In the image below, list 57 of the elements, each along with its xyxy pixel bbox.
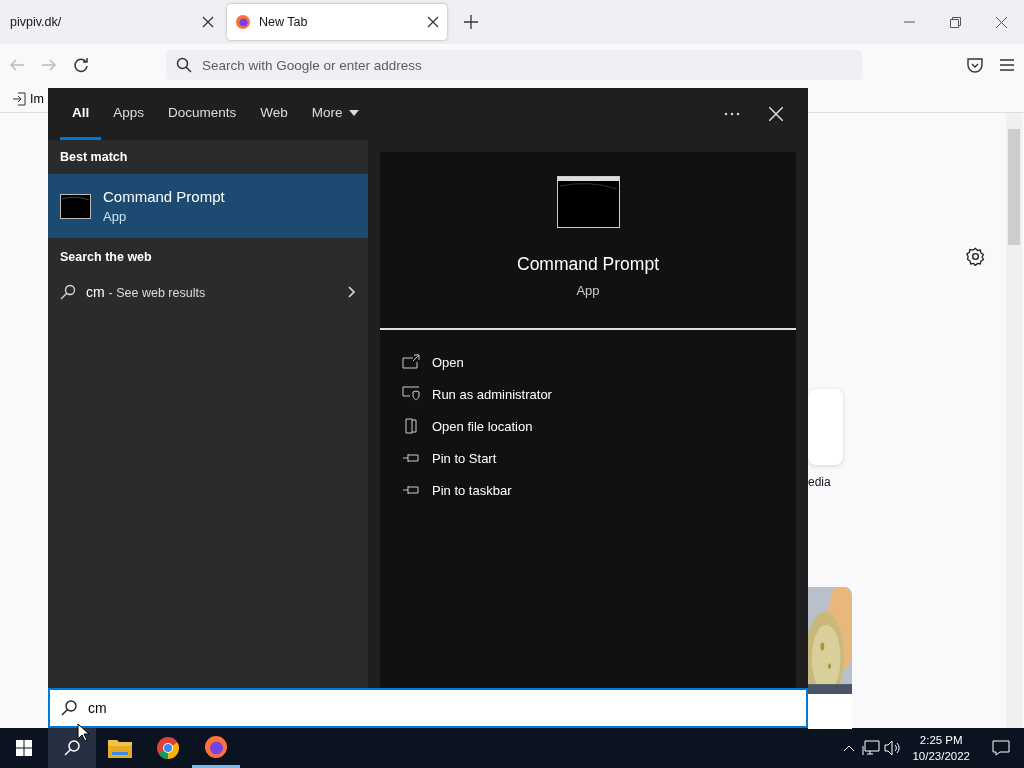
best-match-item[interactable]: Command Prompt App — [48, 174, 368, 238]
chrome-icon[interactable] — [156, 736, 180, 760]
close-icon[interactable] — [995, 16, 1007, 28]
search-field[interactable]: cm — [48, 688, 808, 728]
notification-icon[interactable] — [992, 740, 1010, 756]
time-text: 2:25 PM — [919, 733, 963, 748]
web-result-item[interactable]: cm - See web results — [48, 274, 368, 310]
terminal-icon — [556, 176, 620, 228]
action-item[interactable]: Open — [402, 346, 796, 378]
address-bar[interactable]: Search with Google or enter address — [166, 50, 862, 80]
restore-icon[interactable] — [949, 16, 961, 28]
action-item[interactable]: Run as administrator — [402, 378, 796, 410]
filter-tab[interactable]: Web — [248, 88, 300, 140]
volume-icon[interactable] — [884, 740, 903, 756]
menu-icon[interactable] — [998, 56, 1016, 74]
section-heading: Best match — [59, 149, 129, 166]
filter-tab[interactable]: More — [299, 88, 371, 140]
scrollbar[interactable] — [1006, 113, 1022, 728]
terminal-icon — [60, 193, 91, 219]
shortcut-tile[interactable] — [808, 389, 843, 465]
action-item[interactable]: Pin to taskbar — [402, 474, 796, 506]
search-icon — [176, 57, 192, 73]
firefox-icon[interactable] — [204, 734, 228, 759]
clock[interactable]: 2:25 PM 10/23/2022 — [904, 732, 978, 764]
folder-icon — [402, 418, 420, 434]
folder-icon[interactable] — [108, 738, 132, 758]
app-type: App — [576, 283, 600, 298]
close-tab-icon[interactable] — [202, 16, 214, 28]
chevron-right-icon — [348, 286, 356, 298]
settings-icon[interactable] — [966, 247, 985, 266]
browser-tab[interactable]: pivpiv.dk/ — [2, 4, 222, 40]
app-title: Command Prompt — [517, 254, 659, 275]
new-tab-icon[interactable] — [464, 15, 478, 29]
import-icon[interactable] — [12, 92, 26, 106]
open-window-icon — [402, 354, 420, 370]
bookmark-link[interactable]: Im — [30, 92, 44, 106]
shield-window-icon — [402, 386, 420, 402]
chevron-up-icon[interactable] — [843, 744, 856, 752]
filter-tab[interactable]: Apps — [101, 88, 157, 140]
reload-icon[interactable] — [72, 56, 90, 74]
windows-start-icon[interactable] — [16, 740, 32, 756]
address-placeholder: Search with Google or enter address — [202, 57, 422, 73]
pocket-icon[interactable] — [966, 56, 984, 74]
section-heading: Search the web — [59, 249, 153, 266]
date-text: 10/23/2022 — [912, 749, 970, 764]
filter-tab[interactable]: Documents — [156, 88, 249, 140]
network-icon[interactable] — [862, 740, 881, 756]
close-tab-icon[interactable] — [427, 16, 439, 28]
shortcut-label: edia — [808, 475, 831, 489]
action-item[interactable]: Pin to Start — [402, 442, 796, 474]
firefox-icon — [235, 14, 251, 30]
mouse-pointer-icon — [77, 723, 89, 742]
action-item[interactable]: Open file location — [402, 410, 796, 442]
search-icon[interactable] — [63, 739, 81, 757]
search-icon — [60, 284, 76, 300]
caret-icon — [348, 109, 359, 116]
browser-tab[interactable]: New Tab — [227, 4, 447, 40]
